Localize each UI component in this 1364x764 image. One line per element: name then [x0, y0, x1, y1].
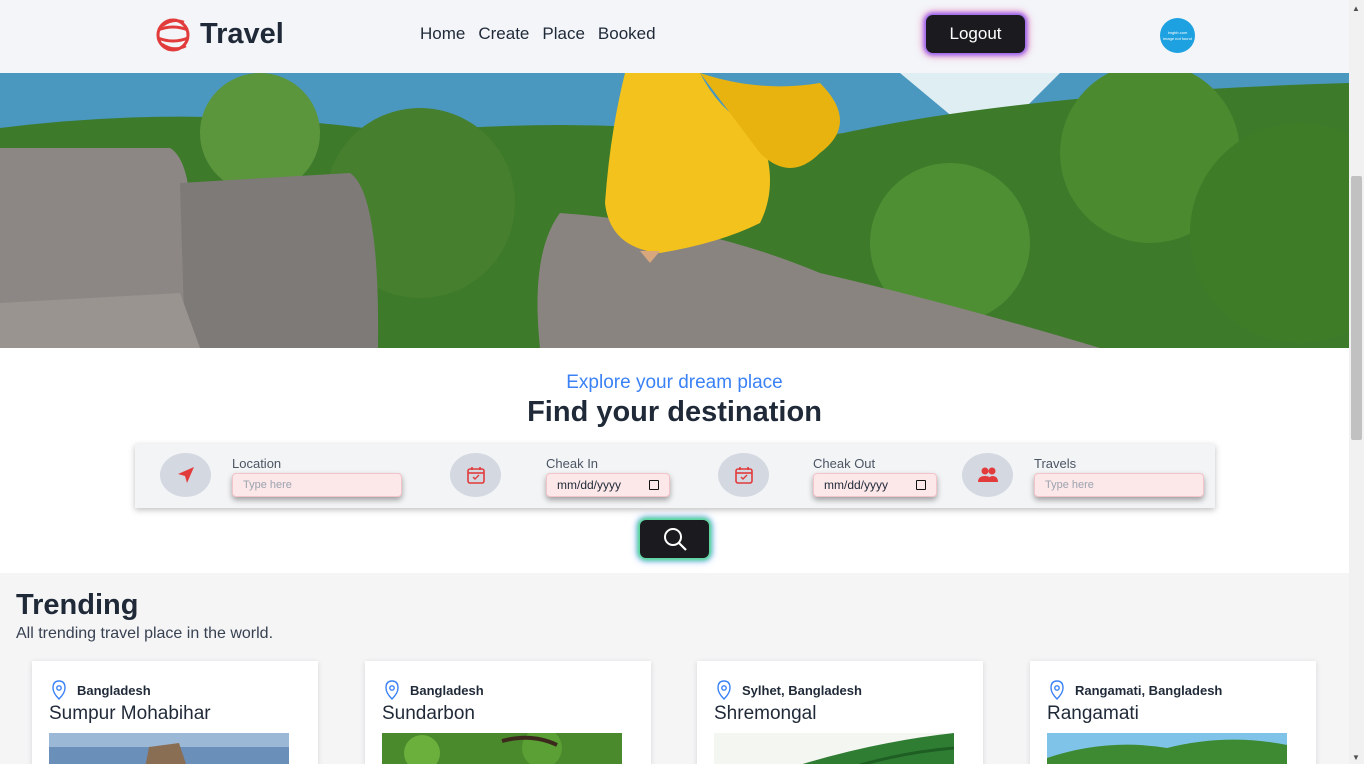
scroll-thumb[interactable]	[1351, 176, 1362, 440]
card-location-text: Rangamati, Bangladesh	[1075, 682, 1223, 698]
card-title: Sundarbon	[382, 703, 475, 724]
users-icon	[962, 453, 1013, 497]
card-location: Bangladesh	[49, 680, 151, 700]
trending-subtitle: All trending travel place in the world.	[16, 625, 274, 642]
tagline: Explore your dream place	[566, 372, 783, 393]
calendar-checkout-icon	[718, 453, 769, 497]
search-button[interactable]	[640, 520, 709, 558]
avatar-text-secondary: image not found	[1163, 35, 1192, 41]
card-location-text: Sylhet, Bangladesh	[742, 682, 862, 698]
card-location: Bangladesh	[382, 680, 484, 700]
brand[interactable]: Travel	[154, 14, 284, 54]
logout-button[interactable]: Logout	[926, 15, 1025, 53]
page-title: Find your destination	[527, 396, 822, 428]
map-pin-icon	[717, 680, 731, 700]
check-in-label: Cheak In	[546, 456, 599, 471]
check-in-value: mm/dd/yyyy	[557, 478, 622, 492]
card-image	[1047, 733, 1287, 764]
nav-link-place[interactable]: Place	[542, 24, 585, 44]
card-title: Rangamati	[1047, 703, 1139, 724]
map-pin-icon	[52, 680, 66, 700]
location-label: Location	[232, 456, 282, 471]
check-in-date-input[interactable]: mm/dd/yyyy	[546, 473, 670, 497]
calendar-picker-icon[interactable]	[649, 480, 659, 490]
page-scrollbar[interactable]: ▲ ▼	[1349, 0, 1364, 764]
search-bar: Location Type here Cheak In mm/dd/yyyy C…	[135, 444, 1215, 508]
calendar-checkin-icon	[450, 453, 501, 497]
nav-link-home[interactable]: Home	[420, 24, 465, 44]
place-card[interactable]: Bangladesh Sundarbon	[365, 661, 651, 764]
navbar: Travel Home Create Place Booked Logout i…	[0, 0, 1349, 73]
card-location: Rangamati, Bangladesh	[1047, 680, 1222, 700]
map-pin-icon	[385, 680, 399, 700]
nav-link-booked[interactable]: Booked	[598, 24, 656, 44]
card-title: Sumpur Mohabihar	[49, 703, 211, 724]
avatar[interactable]: imgbb.com image not found	[1160, 18, 1195, 53]
place-card[interactable]: Bangladesh Sumpur Mohabihar	[32, 661, 318, 764]
check-out-value: mm/dd/yyyy	[824, 478, 889, 492]
nav-link-create[interactable]: Create	[478, 24, 529, 44]
place-card[interactable]: Sylhet, Bangladesh Shremongal	[697, 661, 983, 764]
brand-name: Travel	[200, 17, 284, 50]
card-location-text: Bangladesh	[77, 682, 151, 698]
card-location: Sylhet, Bangladesh	[714, 680, 862, 700]
scroll-down-arrow-icon[interactable]: ▼	[1352, 753, 1360, 762]
globe-logo-icon	[156, 18, 190, 52]
nav-links: Home Create Place Booked	[420, 24, 656, 44]
trending-section: Trending All trending travel place in th…	[0, 573, 1349, 764]
map-pin-icon	[1050, 680, 1064, 700]
travelers-label: Travels	[1034, 456, 1077, 471]
location-input[interactable]: Type here	[232, 473, 402, 497]
check-out-label: Cheak Out	[813, 456, 876, 471]
travelers-input[interactable]: Type here	[1034, 473, 1204, 497]
check-out-date-input[interactable]: mm/dd/yyyy	[813, 473, 937, 497]
trending-title: Trending	[16, 589, 139, 621]
hero-illustration	[0, 73, 1349, 348]
scroll-up-arrow-icon[interactable]: ▲	[1352, 4, 1360, 13]
location-arrow-icon	[160, 453, 211, 497]
hero-image	[0, 73, 1349, 348]
card-location-text: Bangladesh	[410, 682, 484, 698]
card-image	[714, 733, 954, 764]
place-card[interactable]: Rangamati, Bangladesh Rangamati	[1030, 661, 1316, 764]
calendar-picker-icon[interactable]	[916, 480, 926, 490]
card-image	[382, 733, 622, 764]
search-icon	[663, 528, 687, 551]
card-image	[49, 733, 289, 764]
card-title: Shremongal	[714, 703, 817, 724]
